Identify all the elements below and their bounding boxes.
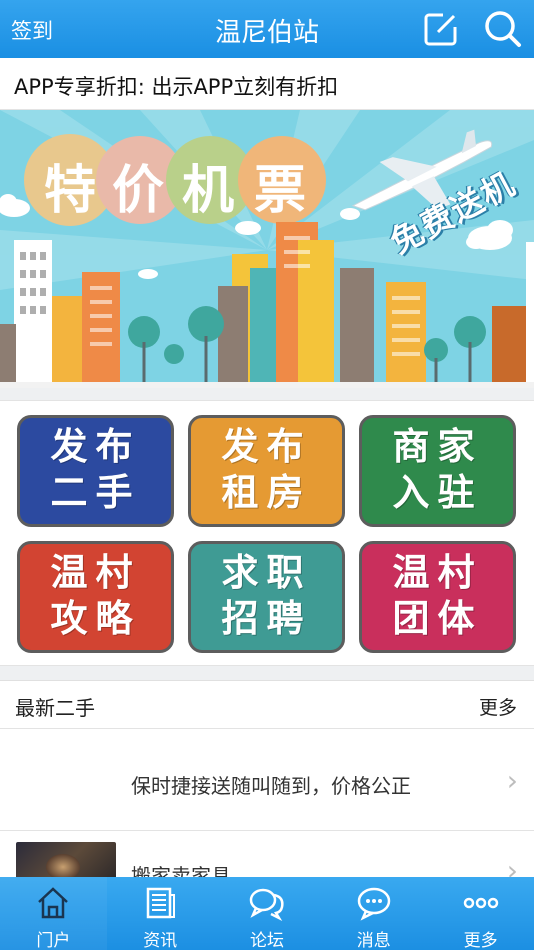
- chat-bubbles-icon: [249, 888, 284, 921]
- message-icon: [357, 887, 391, 921]
- tab-messages[interactable]: 消息: [320, 877, 427, 950]
- tab-label: 论坛: [249, 931, 284, 950]
- tile-jobs-recruiting-button[interactable]: 求职 招聘: [188, 541, 345, 653]
- more-dots-icon: [463, 897, 498, 909]
- latest-secondhand-section: 最新二手 更多 保时捷接送随叫随到，价格公正 › 搬家卖家具 ›: [0, 680, 534, 912]
- banner-headline: 特 价 机 票: [36, 142, 316, 221]
- list-item[interactable]: 保时捷接送随叫随到，价格公正 ›: [0, 730, 534, 831]
- tile-village-guide-button[interactable]: 温村 攻略: [17, 541, 174, 653]
- promo-banner[interactable]: 特 价 机 票 免费送机: [0, 110, 534, 388]
- section-more-link[interactable]: 更多: [479, 693, 517, 720]
- compose-icon[interactable]: [421, 9, 461, 49]
- app-screen: 签到 温尼伯站 APP专享折扣: 出示APP立刻有折扣 特 价 机 票 免费送机…: [0, 0, 534, 950]
- search-icon[interactable]: [483, 9, 523, 49]
- list-item-title: 保时捷接送随叫随到，价格公正: [131, 774, 411, 798]
- quick-actions-grid: 发布 二手 发布 租房 商家 入驻 温村 攻略 求职 招聘 温村 团体: [0, 400, 534, 666]
- tab-portal[interactable]: 门户: [0, 877, 107, 950]
- tab-forum[interactable]: 论坛: [214, 877, 321, 950]
- tab-label: 资讯: [143, 931, 178, 950]
- tile-label-line: 商家: [392, 425, 483, 468]
- tab-news[interactable]: 资讯: [107, 877, 214, 950]
- tile-label-line: 攻略: [50, 597, 141, 640]
- tile-label-line: 二手: [50, 471, 141, 514]
- tile-label-line: 发布: [50, 425, 141, 468]
- home-icon: [38, 887, 69, 919]
- section-title: 最新二手: [15, 696, 95, 720]
- tab-more[interactable]: 更多: [427, 877, 534, 950]
- tile-label-line: 发布: [221, 425, 312, 468]
- tile-label-line: 入驻: [392, 471, 483, 514]
- newspaper-icon: [146, 887, 176, 919]
- banner-char: 价: [112, 161, 165, 221]
- tile-post-rental-button[interactable]: 发布 租房: [188, 415, 345, 527]
- tile-village-groups-button[interactable]: 温村 团体: [359, 541, 516, 653]
- banner-char: 机: [182, 161, 235, 221]
- promo-notice[interactable]: APP专享折扣: 出示APP立刻有折扣: [0, 58, 534, 110]
- chevron-right-icon: ›: [506, 764, 518, 797]
- tab-label: 门户: [36, 931, 71, 950]
- banner-char: 特: [44, 161, 97, 221]
- top-bar: 签到 温尼伯站: [0, 0, 534, 58]
- tile-label-line: 求职: [221, 551, 312, 594]
- tile-post-secondhand-button[interactable]: 发布 二手: [17, 415, 174, 527]
- banner-char: 票: [254, 161, 307, 221]
- tab-label: 消息: [356, 931, 391, 950]
- tile-label-line: 温村: [392, 551, 483, 594]
- tile-label-line: 招聘: [221, 597, 312, 640]
- tile-label-line: 温村: [50, 551, 141, 594]
- bottom-tab-bar: 门户 资讯 论坛 消息 更多: [0, 877, 534, 950]
- section-header: 最新二手 更多: [0, 681, 534, 729]
- tile-merchant-join-button[interactable]: 商家 入驻: [359, 415, 516, 527]
- tile-label-line: 租房: [221, 471, 312, 514]
- tile-label-line: 团体: [392, 597, 483, 640]
- tab-label: 更多: [463, 931, 498, 950]
